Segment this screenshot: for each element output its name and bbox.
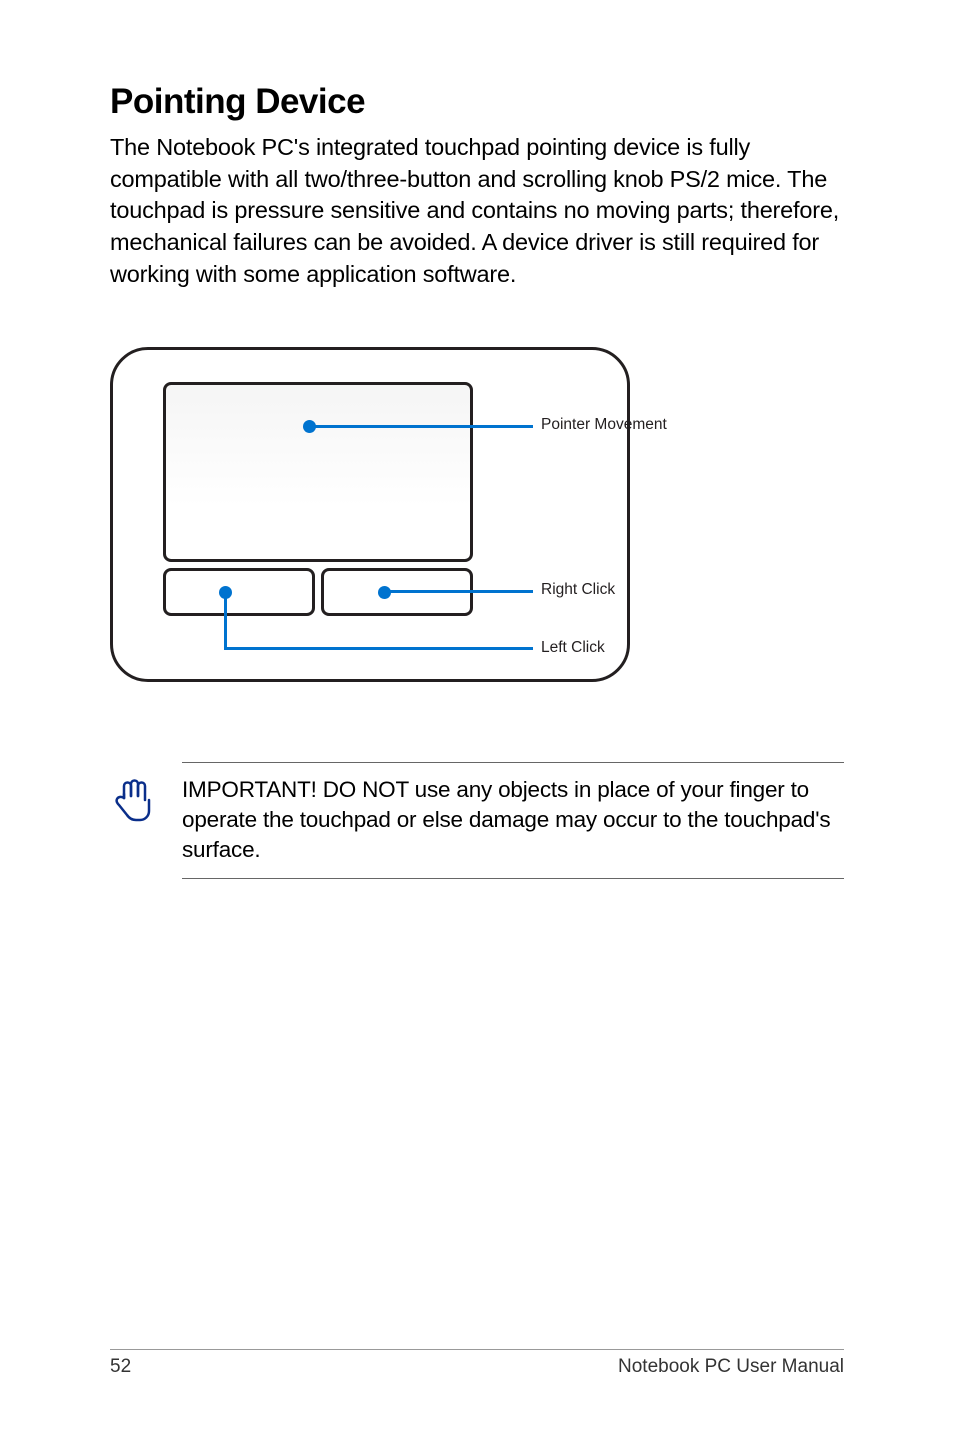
pointer-movement-label: Pointer Movement (541, 416, 667, 434)
left-click-button (163, 568, 315, 616)
right-click-label: Right Click (541, 581, 615, 599)
important-note-text: IMPORTANT! DO NOT use any objects in pla… (182, 775, 844, 866)
callout-line (313, 425, 533, 428)
page-number: 52 (110, 1356, 131, 1378)
callout-line (224, 596, 227, 650)
manual-title: Notebook PC User Manual (618, 1356, 844, 1378)
important-note: IMPORTANT! DO NOT use any objects in pla… (110, 762, 844, 879)
page-footer: 52 Notebook PC User Manual (110, 1349, 844, 1378)
page-heading: Pointing Device (110, 82, 844, 122)
intro-paragraph: The Notebook PC's integrated touchpad po… (110, 132, 844, 291)
touchpad-diagram: Pointer Movement Right Click Left Click (110, 347, 630, 682)
left-click-label: Left Click (541, 639, 605, 657)
hand-icon (110, 776, 154, 833)
callout-line (388, 590, 533, 593)
callout-line (224, 647, 533, 650)
touchpad-surface (163, 382, 473, 562)
